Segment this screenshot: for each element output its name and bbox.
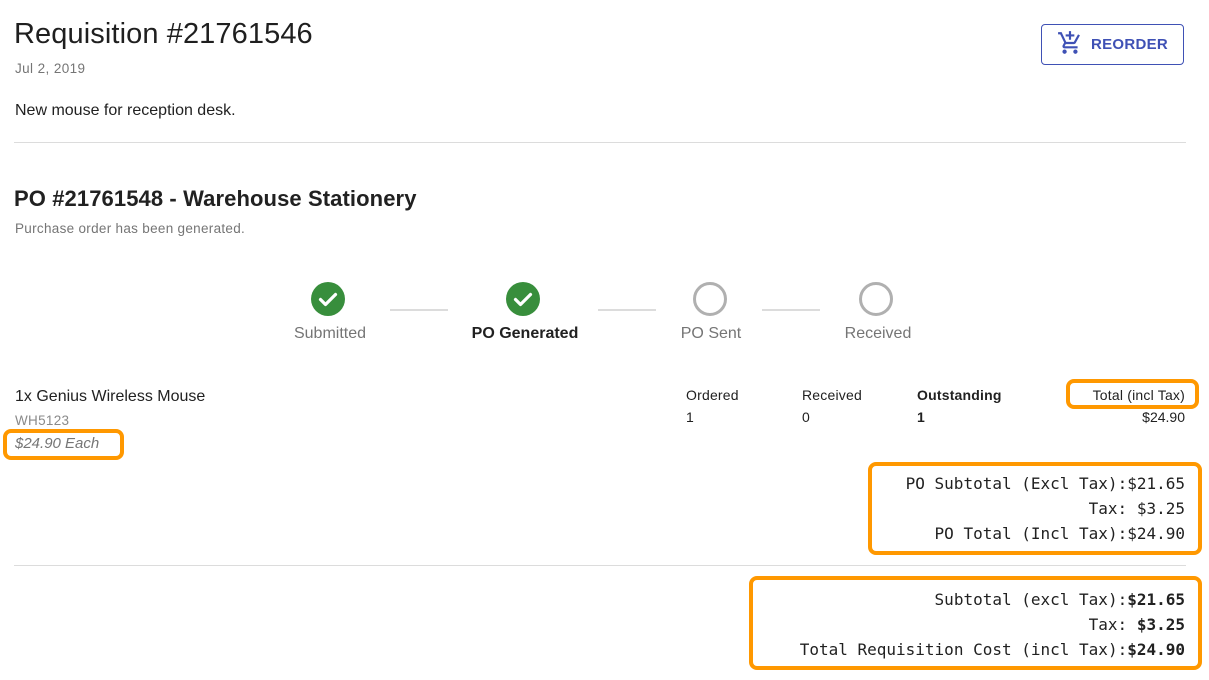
reorder-button[interactable]: REORDER [1041, 24, 1184, 65]
requisition-summary: Subtotal (excl Tax):$21.65 Tax: $3.25 To… [800, 587, 1185, 662]
item-ordered: 1 [686, 409, 694, 425]
po-tax-label: Tax: [1088, 499, 1137, 518]
po-tax-value: $3.25 [1136, 499, 1185, 518]
header-divider [14, 142, 1186, 143]
step-po-generated-icon [505, 281, 541, 322]
step-po-generated-label: PO Generated [471, 325, 579, 342]
req-tax-label: Tax: [1088, 615, 1137, 634]
item-sku: WH5123 [15, 413, 70, 428]
column-header-outstanding: Outstanding [917, 387, 1002, 403]
item-unit-price: $24.90 Each [15, 435, 100, 452]
column-header-total: Total (incl Tax) [1092, 387, 1185, 403]
column-header-ordered: Ordered [686, 387, 739, 403]
po-summary: PO Subtotal (Excl Tax):$21.65 Tax: $3.25… [906, 471, 1185, 546]
requisition-description: New mouse for reception desk. [15, 102, 236, 119]
req-subtotal-label: Subtotal (excl Tax): [934, 590, 1128, 609]
step-connector [762, 309, 820, 311]
po-subtotal-label: PO Subtotal (Excl Tax): [905, 474, 1128, 493]
req-total-value: $24.90 [1127, 640, 1185, 659]
cart-plus-icon [1057, 30, 1083, 60]
reorder-label: REORDER [1090, 36, 1169, 53]
column-header-received: Received [802, 387, 862, 403]
req-subtotal-value: $21.65 [1127, 590, 1185, 609]
po-status-text: Purchase order has been generated. [15, 221, 246, 236]
item-name: 1x Genius Wireless Mouse [15, 388, 206, 405]
step-connector [598, 309, 656, 311]
req-tax-value: $3.25 [1136, 615, 1185, 634]
item-total: $24.90 [1142, 409, 1185, 425]
po-title: PO #21761548 - Warehouse Stationery [14, 186, 417, 211]
step-submitted-label: Submitted [293, 325, 367, 342]
po-total-value: $24.90 [1127, 524, 1185, 543]
step-received-icon [858, 281, 894, 322]
page-title: Requisition #21761546 [14, 18, 313, 50]
section-divider [14, 565, 1186, 566]
item-outstanding: 1 [917, 409, 925, 425]
step-submitted-icon [310, 281, 346, 322]
step-connector [390, 309, 448, 311]
requisition-date: Jul 2, 2019 [15, 61, 86, 76]
po-subtotal-value: $21.65 [1127, 474, 1185, 493]
step-received-label: Received [844, 325, 912, 342]
step-po-sent-icon [692, 281, 728, 322]
po-total-label: PO Total (Incl Tax): [934, 524, 1128, 543]
step-po-sent-label: PO Sent [680, 325, 742, 342]
req-total-label: Total Requisition Cost (incl Tax): [799, 640, 1128, 659]
item-received: 0 [802, 409, 810, 425]
